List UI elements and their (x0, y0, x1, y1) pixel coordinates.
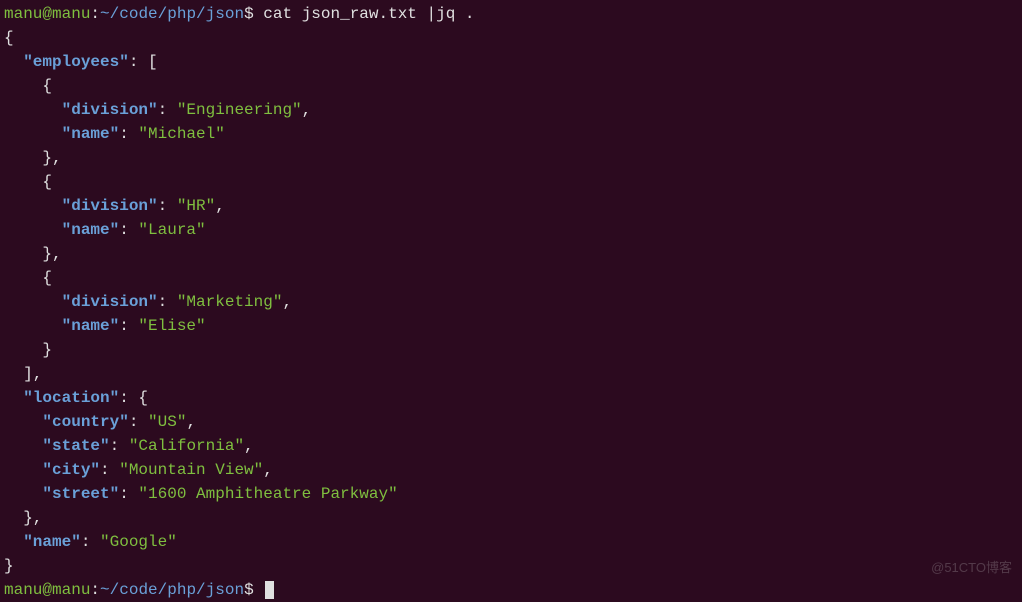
json-line: "street": "1600 Amphitheatre Parkway" (4, 482, 1018, 506)
json-key-name: "name" (23, 533, 81, 551)
json-key-street: "street" (42, 485, 119, 503)
json-line: "name": "Elise" (4, 314, 1018, 338)
json-key-employees: "employees" (23, 53, 129, 71)
json-line: "city": "Mountain View", (4, 458, 1018, 482)
json-value: "California" (129, 437, 244, 455)
json-line: "division": "HR", (4, 194, 1018, 218)
json-key-division: "division" (62, 101, 158, 119)
json-line: { (4, 266, 1018, 290)
command-text: cat json_raw.txt |jq . (263, 5, 474, 23)
prompt-path: ~/code/php/json (100, 581, 244, 599)
json-value: "Michael" (138, 125, 224, 143)
json-line: "employees": [ (4, 50, 1018, 74)
prompt-dollar: $ (244, 581, 254, 599)
json-value: "Engineering" (177, 101, 302, 119)
prompt-line-2[interactable]: manu@manu:~/code/php/json$ (4, 578, 1018, 602)
json-line: "division": "Engineering", (4, 98, 1018, 122)
json-value: "HR" (177, 197, 215, 215)
watermark-text: @51CTO博客 (931, 558, 1012, 578)
json-line: "name": "Laura" (4, 218, 1018, 242)
json-line: { (4, 170, 1018, 194)
json-line: { (4, 74, 1018, 98)
json-value: "1600 Amphitheatre Parkway" (138, 485, 397, 503)
json-value: "US" (148, 413, 186, 431)
json-line: "country": "US", (4, 410, 1018, 434)
json-key-name: "name" (62, 221, 120, 239)
command-text (254, 5, 264, 23)
json-key-city: "city" (42, 461, 100, 479)
json-value: "Marketing" (177, 293, 283, 311)
json-key-location: "location" (23, 389, 119, 407)
prompt-colon: : (90, 5, 100, 23)
json-key-division: "division" (62, 197, 158, 215)
json-line: }, (4, 506, 1018, 530)
json-line: } (4, 554, 1018, 578)
json-line: "state": "California", (4, 434, 1018, 458)
json-value: "Google" (100, 533, 177, 551)
cursor-icon (265, 581, 274, 599)
json-line: { (4, 26, 1018, 50)
json-value: "Laura" (138, 221, 205, 239)
prompt-line-1[interactable]: manu@manu:~/code/php/json$ cat json_raw.… (4, 2, 1018, 26)
prompt-user: manu@manu (4, 581, 90, 599)
json-line: } (4, 338, 1018, 362)
prompt-path: ~/code/php/json (100, 5, 244, 23)
prompt-dollar: $ (244, 5, 254, 23)
json-line: "location": { (4, 386, 1018, 410)
json-key-name: "name" (62, 317, 120, 335)
terminal-output: manu@manu:~/code/php/json$ cat json_raw.… (4, 2, 1018, 602)
json-key-state: "state" (42, 437, 109, 455)
json-value: "Elise" (138, 317, 205, 335)
json-line: "name": "Google" (4, 530, 1018, 554)
json-value: "Mountain View" (119, 461, 263, 479)
json-line: ], (4, 362, 1018, 386)
json-line: "division": "Marketing", (4, 290, 1018, 314)
prompt-colon: : (90, 581, 100, 599)
json-line: "name": "Michael" (4, 122, 1018, 146)
prompt-user: manu@manu (4, 5, 90, 23)
json-key-country: "country" (42, 413, 128, 431)
json-key-name: "name" (62, 125, 120, 143)
json-line: }, (4, 242, 1018, 266)
json-key-division: "division" (62, 293, 158, 311)
json-line: }, (4, 146, 1018, 170)
